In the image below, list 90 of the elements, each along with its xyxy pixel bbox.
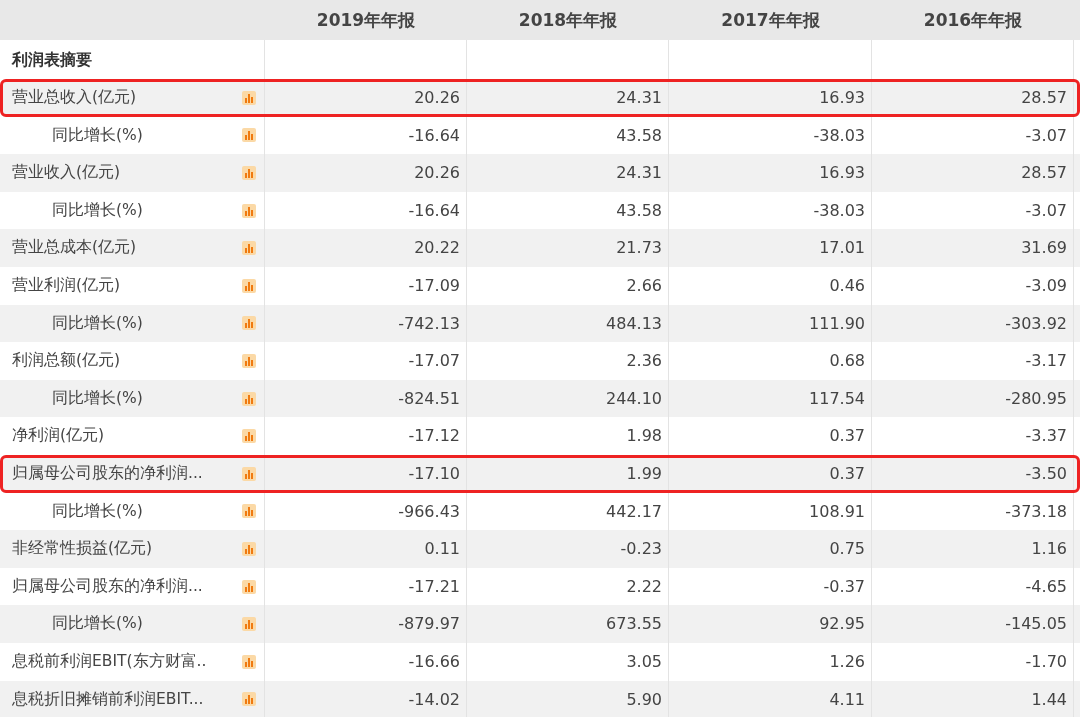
table-cell: -879.97 (265, 605, 467, 643)
column-header: 2016年年报 (922, 9, 1024, 32)
table-cell: 1.99 (467, 454, 669, 493)
bar-chart-icon[interactable] (242, 90, 256, 105)
table-cell: 0.37 (669, 454, 872, 493)
bar-chart-icon[interactable] (242, 203, 256, 218)
bar-chart-icon[interactable] (242, 504, 256, 519)
bar-chart-icon[interactable] (242, 654, 256, 669)
table-cell: -3.17 (872, 342, 1074, 380)
bar-chart-icon[interactable] (242, 166, 256, 180)
bar-chart-icon[interactable] (242, 316, 256, 331)
row-label: 息税前利润EBIT(东方财富.. (12, 650, 207, 672)
table-cell: -824.51 (265, 379, 467, 418)
table-cell: 1.16 (872, 530, 1074, 568)
bar-chart-icon[interactable] (242, 617, 256, 632)
table-cell: 244.10 (467, 379, 669, 418)
table-cell: 21.73 (467, 229, 669, 267)
row-label: 同比增长(%) (51, 312, 143, 334)
table-cell: 20.26 (265, 154, 467, 192)
table-cell: 17.01 (669, 229, 872, 267)
row-label: 营业总收入(亿元) (12, 87, 137, 108)
column-header: 2017年年报 (720, 9, 821, 32)
table-cell: 20.26 (265, 79, 467, 117)
column-header: 2018年年报 (517, 9, 619, 32)
row-label: 归属母公司股东的净利润... (12, 575, 203, 597)
row-label: 非经常性损益(亿元) (12, 538, 153, 560)
table-cell: 1.44 (872, 680, 1074, 717)
table-cell: 16.93 (669, 154, 872, 192)
table-cell: 0.46 (669, 266, 872, 305)
table-cell: 111.90 (669, 304, 872, 343)
table-cell: 484.13 (467, 304, 669, 343)
table-cell: 1.98 (467, 417, 669, 455)
table-cell: 0.37 (669, 417, 872, 455)
table-cell: -14.02 (265, 680, 467, 717)
row-label: 同比增长(%) (51, 613, 143, 635)
table-cell: 117.54 (669, 379, 872, 418)
table-cell: -17.09 (265, 266, 467, 305)
table-cell: 3.05 (467, 642, 669, 681)
table-cell: 0.11 (265, 530, 467, 568)
table-cell: -742.13 (265, 304, 467, 343)
table-cell: 16.93 (669, 79, 872, 117)
row-label: 利润总额(亿元) (12, 350, 121, 372)
table-cell: 92.95 (669, 605, 872, 643)
table-cell: -17.12 (265, 417, 467, 455)
table-cell: -1.70 (872, 642, 1074, 681)
table-cell: -16.66 (265, 642, 467, 681)
table-cell: -145.05 (872, 605, 1074, 643)
table-cell: -3.09 (872, 266, 1074, 305)
column-header: 2019年年报 (315, 9, 417, 32)
table-cell: -17.07 (265, 342, 467, 380)
table-cell: 20.22 (265, 229, 467, 267)
table-cell: 0.75 (669, 530, 872, 568)
table-cell: 24.31 (467, 79, 669, 117)
bar-chart-icon[interactable] (242, 541, 256, 556)
table-cell: -280.95 (872, 379, 1074, 418)
row-label: 同比增长(%) (51, 387, 143, 409)
table-cell: 5.90 (467, 680, 669, 717)
row-label: 同比增长(%) (51, 500, 143, 522)
bar-chart-icon[interactable] (242, 579, 256, 594)
bar-chart-icon[interactable] (242, 466, 256, 481)
row-label: 营业收入(亿元) (12, 162, 121, 184)
table-cell: 2.36 (467, 342, 669, 380)
row-label: 净利润(亿元) (12, 425, 105, 447)
row-label: 同比增长(%) (51, 199, 143, 221)
row-label: 同比增长(%) (51, 124, 143, 146)
table-cell: 0.68 (669, 342, 872, 380)
table-cell: -0.23 (467, 530, 669, 568)
bar-chart-icon[interactable] (242, 128, 256, 143)
bar-chart-icon[interactable] (242, 241, 256, 256)
bar-chart-icon[interactable] (242, 391, 256, 406)
row-label: 营业总成本(亿元) (12, 237, 137, 259)
table-cell: -17.10 (265, 454, 467, 493)
row-label: 归属母公司股东的净利润... (12, 462, 203, 484)
bar-chart-icon[interactable] (242, 353, 256, 368)
table-cell: 31.69 (872, 229, 1074, 267)
table-cell: -3.37 (872, 417, 1074, 455)
table-cell: 2.66 (467, 266, 669, 305)
row-label: 营业利润(亿元) (12, 274, 121, 296)
row-label: 息税折旧摊销前利润EBIT... (12, 688, 204, 710)
bar-chart-icon[interactable] (242, 692, 256, 707)
table-cell: 24.31 (467, 154, 669, 192)
table-cell: -3.50 (872, 454, 1074, 493)
table-cell: -303.92 (872, 304, 1074, 343)
bar-chart-icon[interactable] (242, 429, 256, 444)
table-cell: 673.55 (467, 605, 669, 643)
table-cell: 1.26 (669, 642, 872, 681)
table-cell: 28.57 (872, 79, 1074, 117)
table-cell: 4.11 (669, 680, 872, 717)
bar-chart-icon[interactable] (242, 278, 256, 293)
table-cell: 28.57 (872, 154, 1074, 192)
